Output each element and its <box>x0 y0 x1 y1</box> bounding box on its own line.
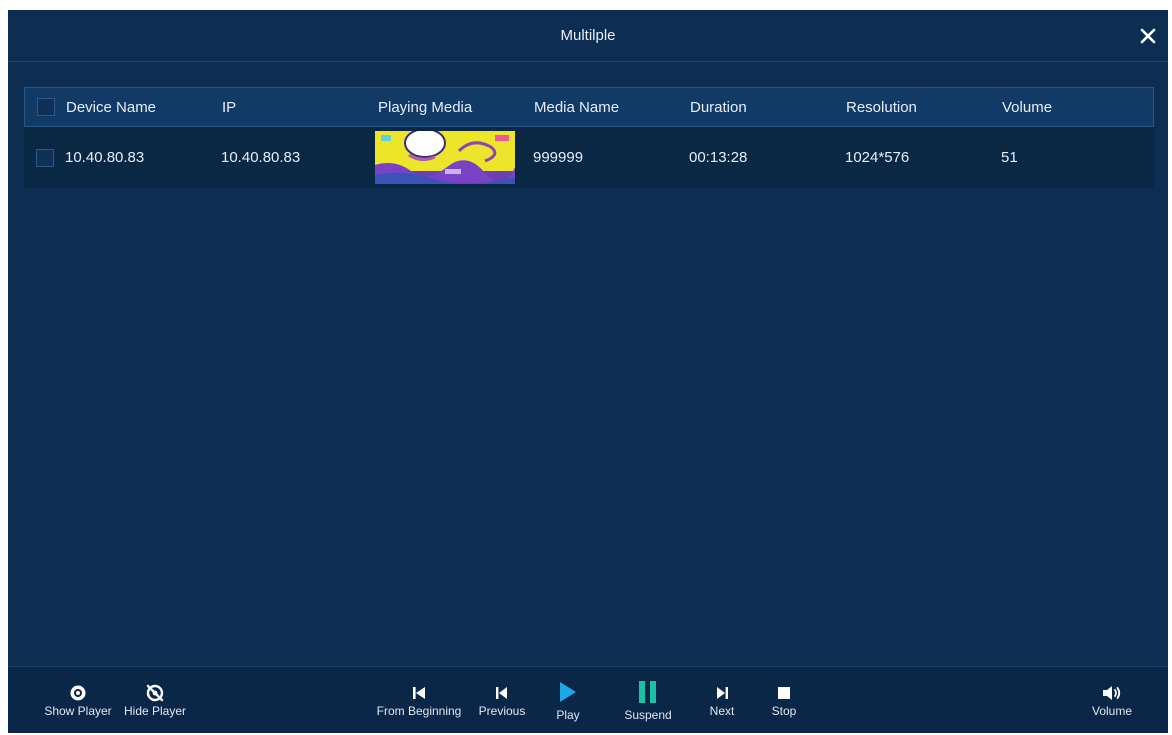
device-table: Device Name IP Playing Media Media Name … <box>24 87 1154 188</box>
next-button[interactable]: Next <box>702 667 742 733</box>
dialog-title: Multilple <box>560 27 616 44</box>
duration-cell: 00:13:28 <box>689 149 748 166</box>
from-beginning-label: From Beginning <box>376 704 462 718</box>
column-header-volume[interactable]: Volume <box>1002 88 1052 126</box>
column-header-playing-media[interactable]: Playing Media <box>378 88 472 126</box>
from-beginning-button[interactable]: From Beginning <box>370 667 468 733</box>
media-name-cell: 999999 <box>533 149 584 166</box>
skip-to-start-icon <box>412 683 426 703</box>
row-checkbox[interactable] <box>36 148 54 167</box>
multiple-dialog: Multilple Device Name IP Playing Media M… <box>8 10 1168 733</box>
suspend-label: Suspend <box>624 708 672 722</box>
close-icon[interactable] <box>1136 24 1160 48</box>
hide-player-button[interactable]: Hide Player <box>120 667 190 733</box>
volume-label: Volume <box>1091 704 1133 718</box>
speaker-icon <box>1102 683 1122 703</box>
column-header-resolution[interactable]: Resolution <box>846 88 917 126</box>
show-player-button[interactable]: Show Player <box>40 667 116 733</box>
device-name-cell: 10.40.80.83 <box>65 149 145 166</box>
table-row[interactable]: 10.40.80.83 10.40.80.83 999999 00:13:28 … <box>24 127 1154 188</box>
hide-player-label: Hide Player <box>123 704 187 718</box>
select-all-checkbox[interactable] <box>37 98 55 116</box>
playback-toolbar: Show Player Hide Player From Beginning P… <box>8 666 1168 733</box>
eye-icon <box>68 683 88 703</box>
column-header-duration[interactable]: Duration <box>690 88 747 126</box>
ip-cell: 10.40.80.83 <box>221 149 301 166</box>
suspend-button[interactable]: Suspend <box>620 667 676 733</box>
previous-icon <box>495 683 509 703</box>
stop-button[interactable]: Stop <box>764 667 804 733</box>
resolution-cell: 1024*576 <box>845 149 910 166</box>
table-header: Device Name IP Playing Media Media Name … <box>24 87 1154 127</box>
stop-icon <box>777 683 791 703</box>
volume-button[interactable]: Volume <box>1086 667 1138 733</box>
play-button[interactable]: Play <box>549 667 587 733</box>
volume-cell: 51 <box>1001 149 1018 166</box>
column-header-media-name[interactable]: Media Name <box>534 88 619 126</box>
previous-label: Previous <box>478 704 526 718</box>
play-icon <box>558 679 578 705</box>
next-label: Next <box>709 704 735 718</box>
stop-label: Stop <box>771 704 797 718</box>
media-thumbnail <box>375 131 515 184</box>
column-header-device-name[interactable]: Device Name <box>66 88 156 126</box>
play-label: Play <box>556 708 580 722</box>
title-bar: Multilple <box>8 10 1168 62</box>
column-header-ip[interactable]: IP <box>222 88 236 126</box>
eye-off-icon <box>145 683 165 703</box>
previous-button[interactable]: Previous <box>474 667 530 733</box>
show-player-label: Show Player <box>44 704 112 718</box>
next-icon <box>715 683 729 703</box>
pause-icon <box>637 679 659 705</box>
